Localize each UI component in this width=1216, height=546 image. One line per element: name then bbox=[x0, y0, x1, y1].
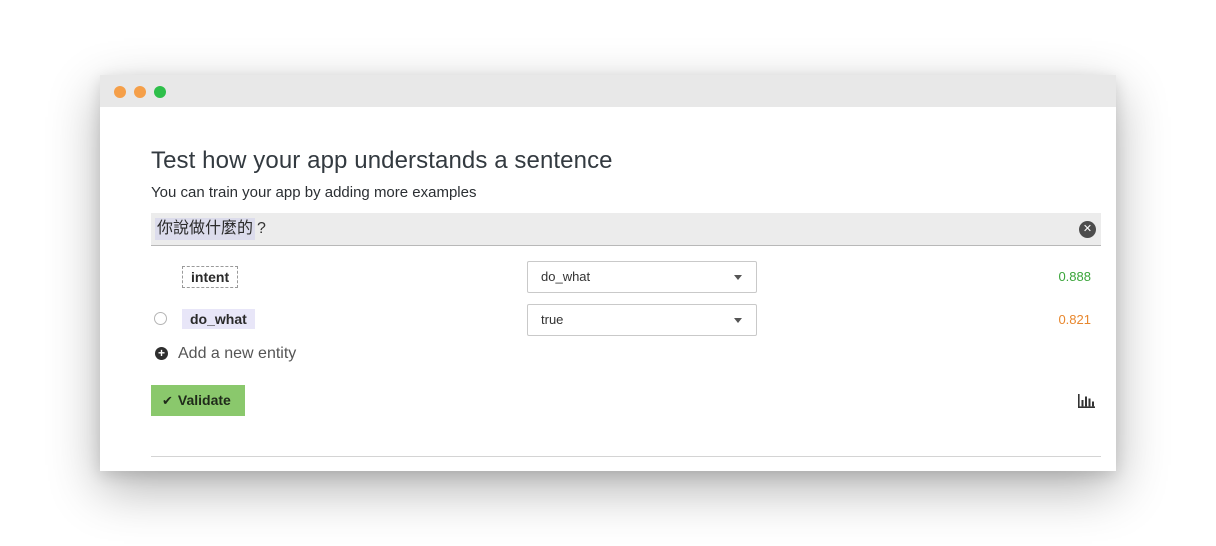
minimize-window-button[interactable] bbox=[134, 86, 146, 98]
entity-radio[interactable] bbox=[154, 312, 167, 325]
entity-select-value: true bbox=[541, 312, 564, 327]
intent-select-value: do_what bbox=[541, 269, 591, 284]
main-content: Test how your app understands a sentence… bbox=[151, 107, 1101, 471]
entity-row: do_what true 0.821 bbox=[151, 304, 1101, 336]
divider bbox=[151, 456, 1101, 457]
entity-label: do_what bbox=[182, 309, 255, 329]
sentence-highlighted-text: 你說做什麼的 bbox=[155, 218, 256, 240]
intent-label: intent bbox=[182, 266, 239, 288]
validate-label: Validate bbox=[177, 392, 231, 408]
page-subtitle: You can train your app by adding more ex… bbox=[151, 184, 477, 201]
plus-circle-icon: + bbox=[155, 347, 168, 360]
entity-score: 0.821 bbox=[1058, 312, 1091, 327]
entity-select[interactable]: true bbox=[527, 304, 757, 336]
sentence-trailing-text: ? bbox=[257, 220, 266, 237]
bar-chart-icon[interactable] bbox=[1078, 394, 1095, 408]
app-window: Test how your app understands a sentence… bbox=[100, 75, 1116, 471]
check-icon: ✔ bbox=[162, 393, 173, 408]
intent-row: intent do_what 0.888 bbox=[151, 261, 1101, 293]
window-titlebar bbox=[100, 75, 1116, 107]
chevron-down-icon bbox=[734, 318, 742, 323]
chevron-down-icon bbox=[734, 275, 742, 280]
add-entity-label: Add a new entity bbox=[178, 345, 297, 362]
close-window-button[interactable] bbox=[114, 86, 126, 98]
sentence-input[interactable]: 你說做什麼的 ? ✕ bbox=[151, 213, 1101, 246]
intent-select[interactable]: do_what bbox=[527, 261, 757, 293]
close-circle-icon[interactable]: ✕ bbox=[1079, 221, 1096, 238]
zoom-window-button[interactable] bbox=[154, 86, 166, 98]
intent-score: 0.888 bbox=[1058, 269, 1091, 284]
page-title: Test how your app understands a sentence bbox=[151, 147, 613, 174]
validate-button[interactable]: ✔ Validate bbox=[151, 385, 245, 416]
